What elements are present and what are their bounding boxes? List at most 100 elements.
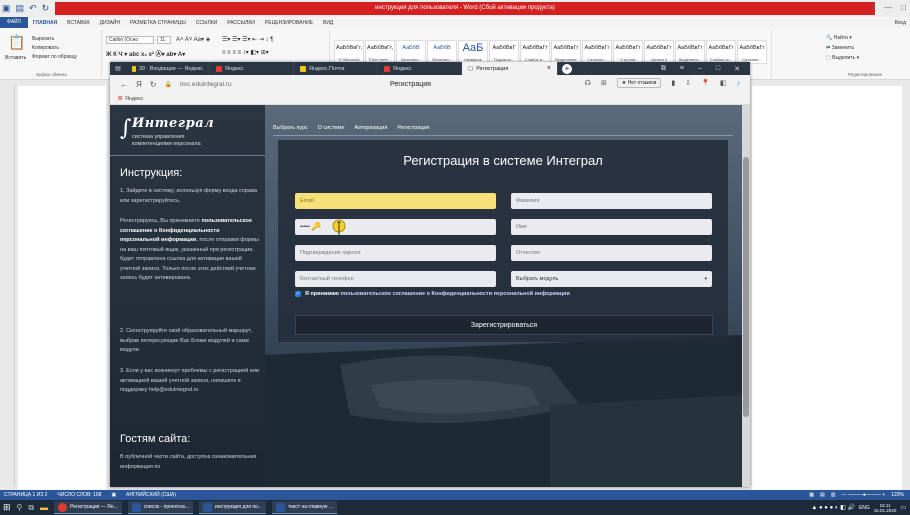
new-tab-icon[interactable]: + [562,63,572,74]
style-9[interactable]: АаБбВвГг Сильное... [582,40,612,64]
email-field[interactable]: Email [295,193,496,209]
page-count[interactable]: СТРАНИЦА 1 ИЗ 2 [4,492,47,498]
translate-icon[interactable]: ⊞ [601,79,607,87]
format-painter-button[interactable]: Формат по образцу [32,54,77,60]
browser-tab-mail[interactable]: Яндекс.Почта [294,62,378,75]
paragraph-align-icon[interactable]: ≡ ≡ ≡ ≡ ↕▾ ◧▾ ⊞▾ [222,49,269,56]
minimize-icon[interactable]: — [884,3,892,12]
password-field[interactable]: ••••• [295,219,496,235]
style-10[interactable]: АаБбВвГг Строгий [613,40,643,64]
tray-icons[interactable]: ▲ ● ● ● ◐ ◧ 🔊 [811,504,855,511]
close-tab-icon[interactable]: × [547,65,551,72]
taskbar-item-browser[interactable]: Регистрация — Ян... [54,501,122,514]
site-logo-name[interactable]: Интеграл [132,116,214,131]
language-indicator[interactable]: АНГЛИЙСКИЙ (США) [126,492,176,498]
yandex-home-icon[interactable]: Я [136,80,142,89]
tab-view[interactable]: ВИД [318,20,338,26]
tabs-menu-icon[interactable]: ▤ [110,66,126,72]
tab-insert[interactable]: ВСТАВКА [62,20,94,26]
cut-button[interactable]: Вырезать [32,36,54,42]
tab-design[interactable]: ДИЗАЙН [95,20,126,26]
tab-home[interactable]: ГЛАВНАЯ [28,20,62,26]
reload-icon[interactable]: ↻ [150,80,157,89]
copy-button[interactable]: Копировать [32,45,59,51]
word-count[interactable]: ЧИСЛО СЛОВ: 168 [57,492,101,498]
browser-tab-yandex-2[interactable]: Яндекс [378,62,462,75]
notifications-icon[interactable]: ▭ [900,504,906,511]
sign-in-link[interactable]: Вход [890,20,910,26]
list-tools-icon[interactable]: ☰▾ ☰▾ ☰▾ ⇤ ⇥ ↕ ¶ [222,36,273,43]
web-layout-icon[interactable]: ▥ [831,492,836,498]
maximize-icon[interactable]: □ [901,3,906,12]
search-icon[interactable]: ⚲ [17,503,23,512]
document-page-right[interactable] [752,86,902,490]
explorer-icon[interactable]: ▬ [40,503,48,512]
address-bar[interactable]: imc.eduintegral.ru [180,81,232,88]
undo-icon[interactable]: ↶ [29,4,37,13]
style-7[interactable]: АаБбВвГг Слабое в... [520,40,550,64]
page-scrollbar-thumb[interactable] [743,157,749,417]
taskbar-item-word-3[interactable]: текст на главную ... [272,501,338,514]
taskbar-item-word-1[interactable]: список - проектна... [127,501,193,514]
style-14[interactable]: АаБбВвГг Сильная... [737,40,767,64]
reader-mode-icon[interactable]: ☊ [585,79,591,87]
tab-layout[interactable]: РАЗМЕТКА СТРАНИЦЫ [125,20,191,26]
agree-checkbox[interactable]: ✓ [295,291,301,297]
password-manager-icon[interactable]: 🔑 [311,222,321,231]
zoom-slider[interactable]: — ———●——— + [841,492,885,498]
style-4[interactable]: АаБбВ Заголово... [427,40,457,64]
paste-button[interactable]: Вставить [5,55,26,61]
browser-minimize-icon[interactable]: – [698,65,702,73]
nav-login[interactable]: Авторизация [354,125,387,131]
alice-icon[interactable]: ♪ [737,80,741,87]
paste-icon[interactable]: 📋 [8,35,25,49]
browser-maximize-icon[interactable]: □ [716,65,720,73]
style-3[interactable]: АаБбВ Заголово... [396,40,426,64]
bookmark-icon[interactable]: ▮ [671,79,675,87]
print-layout-icon[interactable]: ▤ [820,492,825,498]
module-select[interactable]: Выбрать модуль ▾ [511,271,712,287]
register-button[interactable]: Зарегистрироваться [295,315,713,335]
tab-references[interactable]: ССЫЛКИ [191,20,222,26]
zoom-level[interactable]: 120% [891,492,904,498]
browser-extensions-icon[interactable]: ⧉ [661,65,666,73]
proofing-icon[interactable]: ▣ [111,492,116,498]
document-page-left[interactable] [18,86,106,490]
browser-tab-inbox[interactable]: 39 · Входящие — Яндекс [126,62,210,75]
protect-icon[interactable]: ◧ [720,79,727,87]
task-view-icon[interactable]: ⧉ [28,503,34,512]
downloads-icon[interactable]: ⇩ [685,79,691,87]
style-12[interactable]: АаБбВвГг Выделенн... [675,40,705,64]
start-icon[interactable]: ⊞ [3,503,11,512]
select-button[interactable]: ⬚ Выделить ▾ [826,55,859,61]
back-icon[interactable]: ← [120,80,128,89]
read-mode-icon[interactable]: ▦ [809,492,814,498]
nav-registration[interactable]: Регистрация [397,125,429,131]
phone-field[interactable]: Контактный телефон [295,271,496,287]
pin-icon[interactable]: 📍 [701,79,710,87]
style-2[interactable]: АаБбВвГг, ¶ Без инте... [365,40,395,64]
font-format-icon[interactable]: Ж К Ч ▾ abc x₂ x² Ⓐ▾ ab▾ A▾ [106,49,185,58]
style-5[interactable]: АаБ Название [458,40,488,64]
replace-button[interactable]: ⇄ Заменить [826,45,854,51]
tab-review[interactable]: РЕЦЕНЗИРОВАНИЕ [260,20,318,26]
style-8[interactable]: АаБбВвГг Выделение [551,40,581,64]
font-tools-icon[interactable]: A˄ A˅ Aa▾ ◈ [176,36,210,43]
patronymic-field[interactable]: Отчество [511,245,712,261]
bookmark-yandex[interactable]: Яндекс [125,96,144,102]
tab-file[interactable]: ФАЙЛ [0,17,28,28]
find-button[interactable]: 🔍 Найти ▾ [826,35,852,41]
reviews-button[interactable]: ★ Нет отзывов [616,78,662,88]
browser-menu-icon[interactable]: ≡ [680,65,684,73]
style-11[interactable]: АаБбВвГг Цитата 2 [644,40,674,64]
surname-field[interactable]: Фамилия [511,193,712,209]
font-name-select[interactable]: Calibri (Осно [106,36,154,44]
clock[interactable]: 15:11 15.01.2020 [874,503,897,513]
font-size-select[interactable]: 11 [157,36,171,44]
browser-tab-registration[interactable]: ▢ Регистрация × [462,62,558,75]
redo-icon[interactable]: ↻ [42,4,50,13]
name-field[interactable]: Имя [511,219,712,235]
browser-tab-yandex-1[interactable]: Яндекс [210,62,294,75]
agree-link[interactable]: пользовательское соглашение о Конфиденци… [341,291,570,297]
password-confirm-field[interactable]: Подтверждение пароля [295,245,496,261]
